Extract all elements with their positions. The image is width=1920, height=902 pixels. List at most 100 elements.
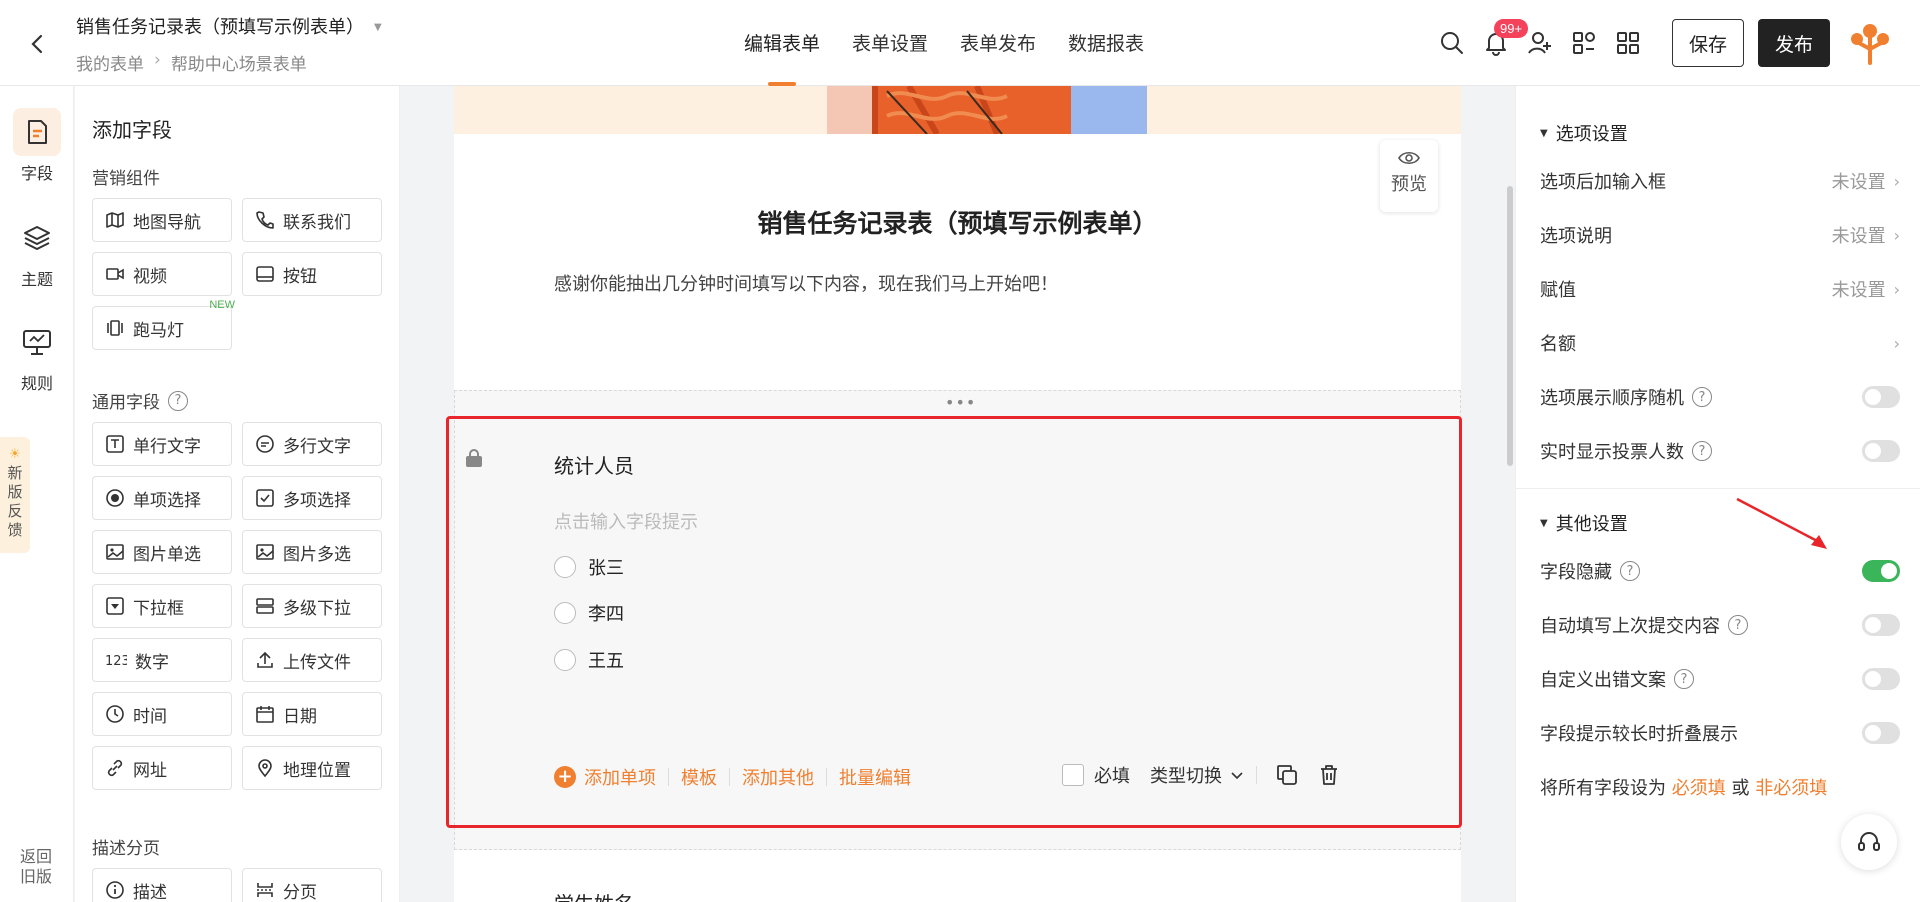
row-option-input[interactable]: 选项后加输入框 未设置 › — [1540, 166, 1900, 196]
field-label: 描述 — [133, 882, 167, 902]
publish-button[interactable]: 发布 — [1758, 19, 1830, 67]
toggle-custom-error[interactable] — [1862, 668, 1900, 690]
toggle-field-hidden[interactable] — [1862, 560, 1900, 582]
option-item[interactable]: 李四 — [554, 600, 624, 626]
help-question-icon[interactable]: ? — [1692, 387, 1712, 407]
toggle-fold-hint[interactable] — [1862, 722, 1900, 744]
rail-label-theme: 主题 — [20, 270, 53, 289]
field-label: 上传文件 — [283, 652, 351, 673]
help-question-icon[interactable]: ? — [1692, 441, 1712, 461]
field-multi-text[interactable]: 多行文字 — [242, 422, 382, 466]
trash-icon[interactable] — [1317, 763, 1341, 787]
option-item[interactable]: 王五 — [554, 647, 624, 673]
field-map-navigation[interactable]: 地图导航 — [92, 198, 232, 242]
set-all-required-link[interactable]: 必须填 — [1672, 778, 1726, 799]
batch-edit-link[interactable]: 批量编辑 — [839, 764, 911, 790]
brand-logo-avatar[interactable] — [1846, 19, 1894, 67]
template-link[interactable]: 模板 — [681, 764, 717, 790]
field-image-single[interactable]: 图片单选 — [92, 530, 232, 574]
customer-support-icon[interactable] — [1841, 814, 1897, 870]
form-description[interactable]: 感谢你能抽出几分钟时间填写以下内容，现在我们马上开始吧！ — [554, 270, 1058, 296]
caret-down-icon: ▼ — [374, 22, 382, 33]
drag-handle-icon[interactable]: ••• — [945, 395, 976, 411]
preview-button[interactable]: 预览 — [1380, 140, 1438, 212]
rail-item-theme[interactable]: 主题 — [0, 214, 74, 290]
toggle-show-votes[interactable] — [1862, 440, 1900, 462]
required-checkbox[interactable] — [1062, 764, 1084, 786]
field-url[interactable]: 网址 — [92, 746, 232, 790]
field-dropdown[interactable]: 下拉框 — [92, 584, 232, 628]
field-single-choice[interactable]: 单项选择 — [92, 476, 232, 520]
field-marquee[interactable]: 跑马灯 NEW — [92, 299, 235, 350]
field-single-text[interactable]: 单行文字 — [92, 422, 232, 466]
field-upload[interactable]: 上传文件 — [242, 638, 382, 682]
breadcrumb-help-center[interactable]: 帮助中心场景表单 — [171, 50, 307, 75]
field-image-multi[interactable]: 图片多选 — [242, 530, 382, 574]
help-question-icon[interactable]: ? — [1728, 615, 1748, 635]
title-block: 销售任务记录表（预填写示例表单） ▼ 我的表单 › 帮助中心场景表单 — [76, 16, 382, 75]
field-cascade[interactable]: 多级下拉 — [242, 584, 382, 628]
search-icon[interactable] — [1432, 23, 1472, 63]
help-question-icon[interactable]: ? — [168, 390, 188, 411]
row-label: 选项后加输入框 — [1540, 172, 1666, 193]
help-question-icon[interactable]: ? — [1674, 669, 1694, 689]
add-other-link[interactable]: 添加其他 — [742, 764, 814, 790]
back-arrow-icon[interactable] — [24, 30, 52, 58]
other-settings-header[interactable]: ▼ 其他设置 — [1540, 510, 1628, 536]
add-user-icon[interactable] — [1520, 23, 1560, 63]
field-contact-us[interactable]: 联系我们 — [242, 198, 382, 242]
radio-icon — [106, 489, 124, 507]
apps-grid-icon[interactable] — [1608, 23, 1648, 63]
rail-item-rules[interactable]: 规则 — [0, 318, 74, 394]
field-multi-choice[interactable]: 多项选择 — [242, 476, 382, 520]
help-question-icon[interactable]: ? — [1620, 561, 1640, 581]
copy-icon[interactable] — [1275, 763, 1299, 787]
field-hint-input[interactable]: 点击输入字段提示 — [554, 508, 698, 534]
canvas-scrollbar[interactable] — [1507, 186, 1513, 466]
divider — [668, 768, 669, 786]
radio-icon — [554, 649, 576, 671]
field-video[interactable]: 视频 — [92, 252, 232, 296]
set-all-optional-link[interactable]: 非必须填 — [1755, 778, 1827, 799]
toggle-autofill[interactable] — [1862, 614, 1900, 636]
tab-data-report[interactable]: 数据报表 — [1068, 0, 1144, 86]
tab-form-publish[interactable]: 表单发布 — [960, 0, 1036, 86]
row-quota[interactable]: 名额 › — [1540, 328, 1900, 358]
next-field-title[interactable]: 学生姓名 — [554, 888, 634, 902]
chevron-right-icon: › — [1893, 225, 1900, 245]
section-title: 其他设置 — [1555, 514, 1628, 535]
field-location[interactable]: 地理位置 — [242, 746, 382, 790]
form-title-dropdown[interactable]: 销售任务记录表（预填写示例表单） ▼ — [76, 16, 382, 40]
field-number[interactable]: 123 数字 — [92, 638, 232, 682]
add-option-button[interactable]: + 添加单项 — [554, 764, 656, 790]
row-label: 名额 — [1540, 334, 1576, 355]
tab-form-settings[interactable]: 表单设置 — [852, 0, 928, 86]
field-description[interactable]: 描述 — [92, 868, 232, 902]
field-button[interactable]: 按钮 — [242, 252, 382, 296]
back-to-old-version[interactable]: 返回旧版 — [14, 847, 58, 887]
new-version-feedback[interactable]: ☀ 新 版 反 馈 — [0, 437, 30, 553]
field-title[interactable]: 统计人员 — [554, 450, 634, 479]
field-page-break[interactable]: 分页 — [242, 868, 382, 902]
option-settings-header[interactable]: ▼ 选项设置 — [1540, 120, 1628, 146]
form-heading[interactable]: 销售任务记录表（预填写示例表单） — [454, 204, 1461, 240]
save-button[interactable]: 保存 — [1672, 19, 1744, 67]
bell-icon[interactable]: 99+ — [1476, 19, 1529, 63]
toggle-random-order[interactable] — [1862, 386, 1900, 408]
tab-edit-form[interactable]: 编辑表单 — [744, 0, 820, 86]
row-option-description[interactable]: 选项说明 未设置 › — [1540, 220, 1900, 250]
row-assign-value[interactable]: 赋值 未设置 › — [1540, 274, 1900, 304]
breadcrumb-my-forms[interactable]: 我的表单 — [76, 50, 144, 75]
field-date[interactable]: 日期 — [242, 692, 382, 736]
type-switch-dropdown[interactable]: 类型切换 — [1150, 762, 1244, 788]
option-label: 李四 — [588, 604, 624, 625]
row-label: 字段提示较长时折叠展示 — [1540, 724, 1738, 745]
collaboration-icon[interactable] — [1564, 23, 1604, 63]
form-banner[interactable] — [454, 86, 1461, 134]
option-item[interactable]: 张三 — [554, 554, 624, 580]
rail-item-fields[interactable]: 字段 — [0, 108, 74, 184]
image-multi-icon — [256, 544, 274, 560]
field-label: 视频 — [133, 266, 167, 287]
dropdown-icon — [106, 597, 124, 615]
field-time[interactable]: 时间 — [92, 692, 232, 736]
